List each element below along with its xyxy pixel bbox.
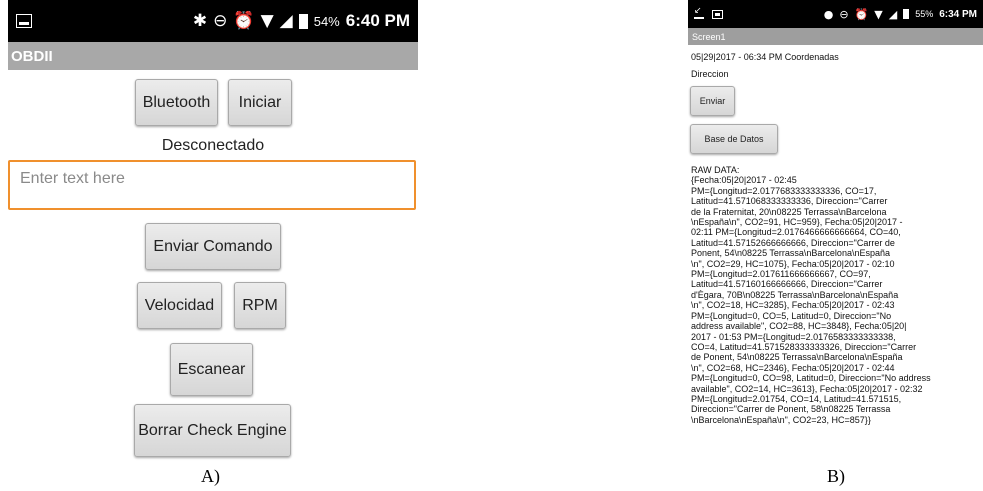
alarm-icon: ⏰	[854, 7, 869, 21]
signal-icon: ◢	[279, 10, 293, 31]
signal-icon: ◢	[888, 7, 898, 21]
borrar-check-engine-button[interactable]: Borrar Check Engine	[134, 404, 291, 457]
wifi-icon: ▼	[874, 7, 883, 21]
image-icon	[712, 9, 723, 19]
battery-percent: 54%	[313, 13, 340, 29]
clock-time: 6:34 PM	[939, 8, 977, 20]
caption-b: B)	[827, 466, 845, 486]
do-not-disturb-icon: ⊖	[213, 10, 228, 31]
phone-a-screen: ✱ ⊖ ⏰ ▼ ◢ 54% 6:40 PM OBDII Bluetooth In…	[8, 0, 418, 458]
app-title: Screen1	[688, 28, 983, 45]
clock-time: 6:40 PM	[345, 11, 410, 30]
connection-status-label: Desconectado	[161, 137, 265, 154]
iniciar-button[interactable]: Iniciar	[228, 79, 292, 126]
datetime-coordinates-label: 05|29|2017 - 06:34 PM Coordenadas	[691, 52, 839, 62]
app-title: OBDII	[8, 42, 418, 70]
enviar-comando-button[interactable]: Enviar Comando	[145, 223, 281, 270]
enviar-button[interactable]: Enviar	[690, 86, 735, 116]
status-bar: ● ⊖ ⏰ ▼ ◢ 55% 6:34 PM	[688, 0, 983, 28]
battery-icon	[903, 9, 910, 19]
phone-b-screen: ● ⊖ ⏰ ▼ ◢ 55% 6:34 PM Screen1 05|29|2017…	[688, 0, 983, 460]
battery-icon	[298, 13, 308, 29]
raw-data-text: RAW DATA: {Fecha:05|20|2017 - 02:45 PM={…	[691, 165, 931, 425]
base-de-datos-button[interactable]: Base de Datos	[690, 124, 778, 154]
command-input-placeholder: Enter text here	[20, 170, 125, 187]
location-icon: ●	[823, 7, 834, 21]
alarm-icon: ⏰	[233, 10, 255, 31]
velocidad-button[interactable]: Velocidad	[137, 282, 222, 329]
download-icon	[694, 6, 704, 19]
escanear-button[interactable]: Escanear	[170, 343, 253, 396]
status-bar: ✱ ⊖ ⏰ ▼ ◢ 54% 6:40 PM	[8, 0, 418, 42]
command-input[interactable]: Enter text here	[8, 160, 416, 210]
caption-a: A)	[201, 466, 220, 486]
battery-percent: 55%	[915, 9, 934, 19]
bluetooth-icon: ✱	[192, 10, 208, 31]
wifi-icon: ▼	[260, 10, 274, 31]
rpm-button[interactable]: RPM	[234, 282, 286, 329]
bluetooth-button[interactable]: Bluetooth	[135, 79, 218, 126]
image-icon	[16, 14, 32, 28]
direccion-label: Direccion	[691, 69, 729, 79]
do-not-disturb-icon: ⊖	[839, 7, 849, 21]
